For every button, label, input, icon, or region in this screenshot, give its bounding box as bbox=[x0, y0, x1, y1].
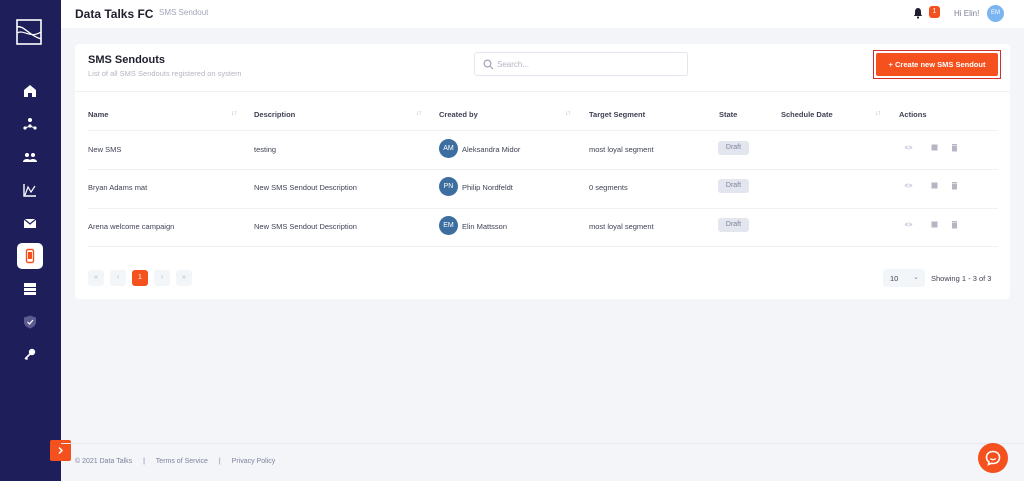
page-1-button[interactable]: 1 bbox=[132, 270, 148, 286]
status-badge: Draft bbox=[718, 141, 749, 155]
cell-description: New SMS Sendout Description bbox=[254, 222, 357, 231]
table-row[interactable]: New SMS testing AM Aleksandra Midor most… bbox=[88, 131, 998, 169]
trash-icon[interactable] bbox=[950, 181, 959, 190]
sidebar-item-sms[interactable] bbox=[17, 243, 43, 269]
column-header-state[interactable]: State bbox=[719, 110, 737, 119]
sort-icon[interactable]: ↓↑ bbox=[875, 110, 881, 117]
cell-name: New SMS bbox=[88, 145, 122, 154]
sms-icon bbox=[25, 248, 35, 264]
edit-icon[interactable] bbox=[930, 143, 939, 152]
chevron-right-icon bbox=[58, 446, 64, 455]
network-icon bbox=[23, 118, 37, 130]
breadcrumb[interactable]: SMS Sendout bbox=[159, 8, 208, 17]
sidebar-item-keys[interactable] bbox=[17, 341, 43, 367]
cell-name: Arena welcome campaign bbox=[88, 222, 175, 231]
footer: © 2021 Data Talks | Terms of Service | P… bbox=[75, 458, 284, 465]
users-icon bbox=[23, 153, 37, 162]
per-page-value: 10 bbox=[890, 274, 899, 283]
cell-target-segment: most loyal segment bbox=[589, 222, 654, 231]
cell-description: testing bbox=[254, 145, 277, 154]
chat-icon bbox=[985, 450, 1001, 466]
footer-separator: | bbox=[218, 458, 221, 465]
search-icon bbox=[483, 59, 494, 70]
cell-target-segment: most loyal segment bbox=[589, 145, 654, 154]
eye-icon[interactable] bbox=[904, 143, 913, 152]
mail-icon bbox=[23, 218, 37, 228]
sort-icon[interactable]: ↓↑ bbox=[231, 110, 237, 117]
edit-icon[interactable] bbox=[930, 220, 939, 229]
sms-sendouts-card: SMS Sendouts List of all SMS Sendouts re… bbox=[75, 44, 1010, 299]
chevron-down-icon: ⌄ bbox=[913, 274, 919, 281]
trash-icon[interactable] bbox=[950, 143, 959, 152]
search-input[interactable] bbox=[497, 57, 682, 72]
logo-icon[interactable] bbox=[16, 19, 42, 45]
cell-created-by: Philip Nordfeldt bbox=[462, 183, 513, 192]
server-icon bbox=[24, 283, 36, 295]
create-button-highlight: + Create new SMS Sendout bbox=[873, 50, 1001, 79]
edit-icon[interactable] bbox=[930, 181, 939, 190]
sidebar-item-home[interactable] bbox=[17, 78, 43, 104]
eye-icon[interactable] bbox=[904, 181, 913, 190]
sort-icon[interactable]: ↓↑ bbox=[416, 110, 422, 117]
column-header-target-segment[interactable]: Target Segment bbox=[589, 110, 645, 119]
trash-icon[interactable] bbox=[950, 220, 959, 229]
sidebar-item-email[interactable] bbox=[17, 210, 43, 236]
column-header-description[interactable]: Description bbox=[254, 110, 295, 119]
shield-icon bbox=[24, 315, 36, 329]
sidebar-item-servers[interactable] bbox=[17, 276, 43, 302]
cell-created-by: Aleksandra Midor bbox=[462, 145, 521, 154]
sidebar-item-users[interactable] bbox=[17, 144, 43, 170]
row-divider bbox=[88, 246, 998, 247]
cell-target-segment: 0 segments bbox=[589, 183, 628, 192]
user-avatar[interactable]: EM bbox=[987, 5, 1004, 22]
column-header-actions: Actions bbox=[899, 110, 927, 119]
sidebar-item-analytics[interactable] bbox=[17, 177, 43, 203]
avatar: EM bbox=[439, 216, 458, 235]
pagination-summary: Showing 1 - 3 of 3 bbox=[931, 274, 992, 283]
table-row[interactable]: Bryan Adams mat New SMS Sendout Descript… bbox=[88, 169, 998, 207]
sidebar-item-security[interactable] bbox=[17, 309, 43, 335]
status-badge: Draft bbox=[718, 179, 749, 193]
last-page-button[interactable]: » bbox=[176, 270, 192, 286]
chat-button[interactable] bbox=[978, 443, 1008, 473]
user-greeting[interactable]: Hi Elin! bbox=[954, 9, 979, 18]
sidebar-item-network[interactable] bbox=[17, 111, 43, 137]
privacy-link[interactable]: Privacy Policy bbox=[232, 458, 276, 465]
first-page-button[interactable]: « bbox=[88, 270, 104, 286]
page-subtitle: List of all SMS Sendouts registered on s… bbox=[88, 69, 242, 78]
top-bar: Data Talks FC SMS Sendout 1 Hi Elin! EM bbox=[61, 0, 1024, 28]
cell-created-by: Elin Mattsson bbox=[462, 222, 508, 231]
eye-icon[interactable] bbox=[904, 220, 913, 229]
footer-divider bbox=[61, 443, 1024, 444]
next-page-button[interactable]: › bbox=[154, 270, 170, 286]
chart-icon bbox=[23, 184, 36, 197]
column-header-schedule-date[interactable]: Schedule Date bbox=[781, 110, 833, 119]
column-header-created-by[interactable]: Created by bbox=[439, 110, 478, 119]
bell-icon[interactable] bbox=[912, 7, 924, 19]
notification-badge: 1 bbox=[929, 6, 940, 18]
avatar: PN bbox=[439, 177, 458, 196]
cell-name: Bryan Adams mat bbox=[88, 183, 148, 192]
footer-separator: | bbox=[143, 458, 145, 465]
table-row[interactable]: Arena welcome campaign New SMS Sendout D… bbox=[88, 208, 998, 246]
status-badge: Draft bbox=[718, 218, 749, 232]
brand-name: Data Talks FC bbox=[75, 7, 154, 21]
per-page-select[interactable]: 10 ⌄ bbox=[883, 269, 925, 287]
key-icon bbox=[24, 348, 36, 361]
cell-description: New SMS Sendout Description bbox=[254, 183, 357, 192]
page-title: SMS Sendouts bbox=[88, 54, 166, 66]
header-divider bbox=[75, 91, 1010, 92]
sidebar bbox=[0, 0, 61, 481]
home-icon bbox=[24, 85, 36, 97]
terms-link[interactable]: Terms of Service bbox=[156, 458, 208, 465]
sort-icon[interactable]: ↓↑ bbox=[565, 110, 571, 117]
column-header-name[interactable]: Name bbox=[88, 110, 108, 119]
prev-page-button[interactable]: ‹ bbox=[110, 270, 126, 286]
search-box bbox=[474, 52, 688, 76]
copyright: © 2021 Data Talks bbox=[75, 458, 133, 465]
create-sms-sendout-button[interactable]: + Create new SMS Sendout bbox=[876, 53, 998, 76]
avatar: AM bbox=[439, 139, 458, 158]
